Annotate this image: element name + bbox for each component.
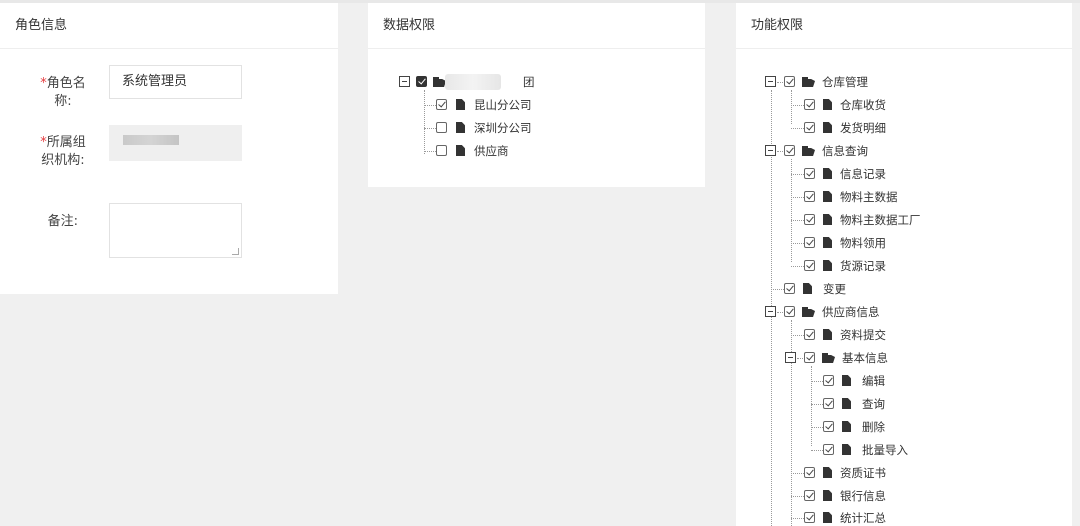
- file-icon: [842, 375, 851, 386]
- org-label: *所属组织机构:: [40, 135, 86, 168]
- redacted-text: [445, 74, 501, 90]
- org-select[interactable]: [109, 125, 242, 161]
- checkbox-icon[interactable]: [804, 99, 815, 110]
- file-icon: [823, 329, 832, 340]
- file-icon: [803, 283, 812, 294]
- file-icon: [456, 99, 465, 110]
- tree-line: [791, 90, 792, 124]
- tree-node-root: 团: [399, 73, 559, 91]
- file-icon: [842, 444, 851, 455]
- folder-open-icon: [802, 307, 815, 317]
- checkbox-icon[interactable]: [804, 352, 815, 363]
- checkbox-icon[interactable]: [804, 467, 815, 478]
- folder-open-icon: [802, 146, 815, 156]
- checkbox-icon[interactable]: [804, 260, 815, 271]
- checkbox-icon[interactable]: [804, 512, 815, 523]
- file-icon: [823, 467, 832, 478]
- checkbox-icon[interactable]: [823, 421, 834, 432]
- checkbox-icon[interactable]: [784, 76, 795, 87]
- file-icon: [823, 99, 832, 110]
- role-name-input[interactable]: 系统管理员: [109, 65, 242, 99]
- collapse-icon[interactable]: [765, 76, 776, 87]
- file-icon: [456, 145, 465, 156]
- checkbox-icon[interactable]: [784, 283, 795, 294]
- file-icon: [823, 512, 832, 523]
- resize-handle-icon[interactable]: [232, 248, 239, 255]
- checkbox-icon[interactable]: [436, 145, 447, 156]
- checkbox-icon[interactable]: [784, 145, 795, 156]
- data-permission-panel: 数据权限 团 昆山分公司 深圳分公司 供应商: [368, 3, 705, 187]
- checkbox-icon[interactable]: [823, 444, 834, 455]
- collapse-icon[interactable]: [765, 145, 776, 156]
- function-permission-panel: 功能权限 仓库管理 仓库收货 发货明细 信息查询 信息记录 物料主数据 物料主数…: [736, 3, 1072, 526]
- collapse-icon[interactable]: [785, 352, 796, 363]
- file-icon: [823, 490, 832, 501]
- checkbox-icon[interactable]: [436, 99, 447, 110]
- file-icon: [842, 421, 851, 432]
- file-icon: [823, 122, 832, 133]
- checkbox-icon[interactable]: [436, 122, 447, 133]
- tree-line: [811, 366, 812, 446]
- tree-line: [424, 90, 425, 154]
- checkbox-icon[interactable]: [804, 490, 815, 501]
- remark-label: 备注:: [47, 214, 78, 229]
- checkbox-icon[interactable]: [804, 122, 815, 133]
- checkbox-icon[interactable]: [804, 214, 815, 225]
- remark-textarea[interactable]: [109, 203, 242, 258]
- collapse-icon[interactable]: [765, 306, 776, 317]
- panel-title: 数据权限: [368, 3, 705, 49]
- checkbox-icon[interactable]: [416, 76, 427, 87]
- file-icon: [823, 168, 832, 179]
- file-icon: [823, 260, 832, 271]
- folder-open-icon: [822, 353, 835, 363]
- file-icon: [823, 237, 832, 248]
- panel-title: 功能权限: [736, 3, 1072, 49]
- checkbox-icon[interactable]: [804, 168, 815, 179]
- checkbox-icon[interactable]: [804, 237, 815, 248]
- redacted-text: [123, 135, 179, 145]
- file-icon: [842, 398, 851, 409]
- file-icon: [823, 214, 832, 225]
- checkbox-icon[interactable]: [804, 191, 815, 202]
- role-info-panel: 角色信息 *角色名称: 系统管理员 *所属组织机构: 备注:: [0, 3, 338, 294]
- checkbox-icon[interactable]: [784, 306, 795, 317]
- checkbox-icon[interactable]: [823, 375, 834, 386]
- file-icon: [823, 191, 832, 202]
- folder-open-icon: [802, 77, 815, 87]
- role-name-label: *角色名称:: [40, 76, 86, 109]
- file-icon: [456, 122, 465, 133]
- checkbox-icon[interactable]: [823, 398, 834, 409]
- checkbox-icon[interactable]: [804, 329, 815, 340]
- panel-title: 角色信息: [0, 3, 338, 49]
- collapse-icon[interactable]: [399, 76, 410, 87]
